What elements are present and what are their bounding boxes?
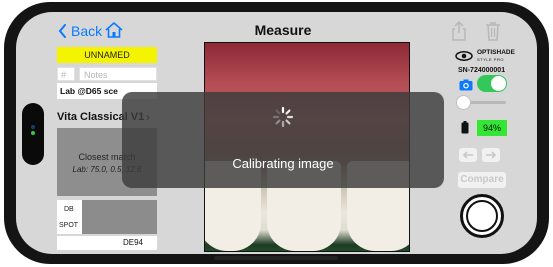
home-indicator[interactable] [214,256,338,260]
previous-button[interactable] [459,148,477,162]
sample-number-field[interactable]: # [57,67,75,81]
back-button[interactable]: Back [58,23,102,39]
delta-e-label: DE94 [57,236,157,250]
chevron-left-icon [58,24,66,38]
back-label: Back [71,23,103,39]
battery-level: 94% [477,120,507,136]
home-icon[interactable] [104,20,124,40]
spot-label: SPOT [59,222,79,229]
shutter-button[interactable] [460,194,504,238]
camera-toggle[interactable] [477,75,507,92]
comparison-swatch [82,200,157,234]
db-label: DB [64,206,74,213]
comparison-panel: DB SPOT [57,200,157,234]
calibrating-overlay: Calibrating image [122,92,444,188]
brand-logo: OPTISHADE STYLE PRO [455,49,515,63]
page-title: Measure [254,22,312,38]
trash-icon[interactable] [484,20,502,42]
serial-number: SN-724000001 [458,67,506,74]
notes-field[interactable]: Notes [79,67,157,81]
slider-handle[interactable] [456,95,471,110]
brand-name: OPTISHADE [477,49,515,56]
spinner-icon [272,106,294,128]
calibrating-message: Calibrating image [232,156,334,171]
arrow-left-icon [462,151,473,159]
toggle-knob [491,76,506,91]
compare-button[interactable]: Compare [458,172,506,188]
shutter-inner [466,200,498,232]
sensor-dot [31,125,35,129]
share-icon[interactable] [450,20,468,42]
camera-icon [459,79,473,91]
arrow-right-icon [486,151,497,159]
sample-name-field[interactable]: UNNAMED [57,47,157,63]
brand-sub: STYLE PRO [477,57,504,62]
eye-icon [455,51,473,61]
battery-icon [461,121,469,134]
next-button[interactable] [482,148,500,162]
camera-indicator [31,131,35,135]
dynamic-island [22,103,44,165]
